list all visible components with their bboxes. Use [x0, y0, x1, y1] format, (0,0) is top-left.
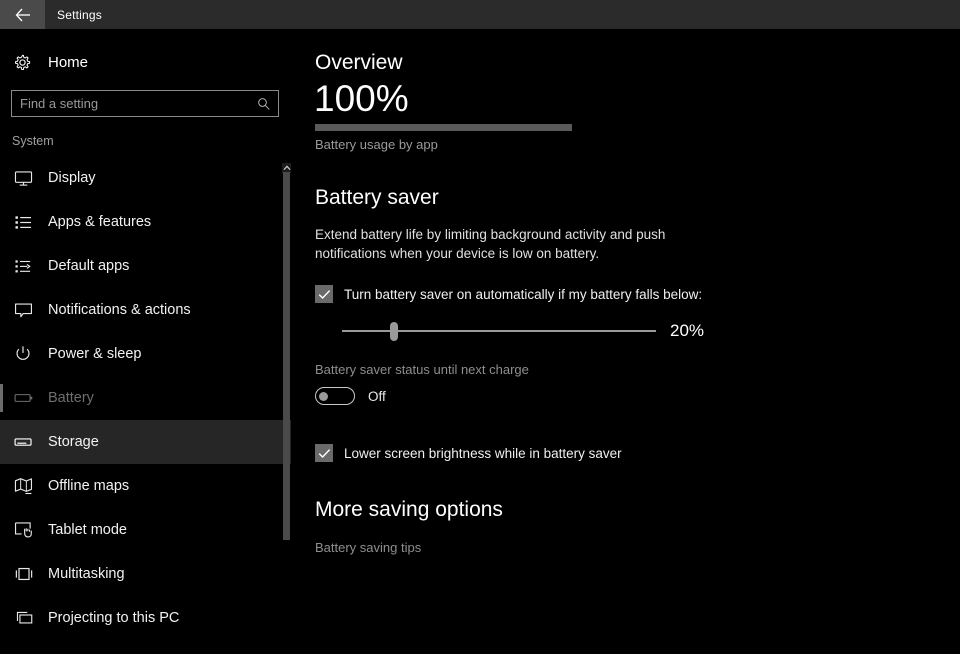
sidebar-item-notifications-actions[interactable]: Notifications & actions — [0, 288, 291, 332]
checkmark-icon — [318, 448, 331, 459]
battery-level-bar — [315, 124, 572, 131]
sidebar-item-storage[interactable]: Storage — [0, 420, 291, 464]
sidebar-item-label: Notifications & actions — [48, 302, 191, 318]
drive-icon — [14, 435, 42, 449]
chevron-up-icon — [283, 165, 291, 171]
back-arrow-icon — [15, 8, 31, 22]
auto-battery-saver-checkbox[interactable] — [315, 285, 333, 303]
slider-thumb[interactable] — [390, 322, 398, 341]
battery-saver-toggle[interactable] — [315, 387, 355, 405]
gear-icon — [14, 54, 40, 71]
sidebar-item-default-apps[interactable]: Default apps — [0, 244, 291, 288]
power-icon — [14, 345, 42, 363]
battery-saving-tips-link[interactable]: Battery saving tips — [315, 540, 421, 555]
battery-saver-toggle-state: Off — [368, 389, 386, 404]
home-label: Home — [48, 54, 88, 71]
sidebar-item-apps-features[interactable]: Apps & features — [0, 200, 291, 244]
sidebar-item-tablet-mode[interactable]: Tablet mode — [0, 508, 291, 552]
sidebar-nav-list: Display Apps & features — [0, 156, 291, 640]
auto-battery-saver-label: Turn battery saver on automatically if m… — [344, 287, 702, 302]
sidebar-item-label: Tablet mode — [48, 522, 127, 538]
sidebar-item-label: Default apps — [48, 258, 129, 274]
settings-window: Settings Home System — [0, 0, 960, 654]
sidebar-item-power-sleep[interactable]: Power & sleep — [0, 332, 291, 376]
search-input[interactable] — [12, 96, 257, 111]
multitasking-icon — [14, 566, 42, 582]
threshold-slider[interactable] — [342, 321, 656, 341]
sidebar-item-label: Multitasking — [48, 566, 125, 582]
threshold-value: 20% — [670, 321, 704, 341]
search-icon[interactable] — [257, 97, 271, 111]
lower-brightness-checkbox-row[interactable]: Lower screen brightness while in battery… — [315, 444, 960, 462]
more-saving-options-heading: More saving options — [315, 498, 960, 522]
sidebar-item-label: Battery — [48, 390, 94, 406]
speech-bubble-icon — [14, 302, 42, 319]
overview-heading: Overview — [315, 51, 960, 75]
sidebar-item-projecting-to-this-pc[interactable]: Projecting to this PC — [0, 596, 291, 640]
lower-brightness-label: Lower screen brightness while in battery… — [344, 446, 622, 461]
sidebar-item-display[interactable]: Display — [0, 156, 291, 200]
sidebar-item-label: Power & sleep — [48, 346, 142, 362]
sidebar-item-label: Storage — [48, 434, 99, 450]
window-title: Settings — [57, 8, 102, 22]
list-arrow-icon — [14, 258, 42, 275]
sidebar-item-label: Projecting to this PC — [48, 610, 179, 626]
battery-saver-toggle-row: Off — [315, 387, 960, 405]
list-icon — [14, 214, 42, 231]
battery-percent: 100% — [314, 80, 960, 119]
battery-usage-by-app-link[interactable]: Battery usage by app — [315, 137, 438, 152]
map-icon — [14, 477, 42, 495]
lower-brightness-checkbox[interactable] — [315, 444, 333, 462]
sidebar-item-multitasking[interactable]: Multitasking — [0, 552, 291, 596]
sidebar-item-battery[interactable]: Battery — [0, 376, 291, 420]
sidebar-item-label: Display — [48, 170, 96, 186]
main-content: Overview 100% Battery usage by app Batte… — [291, 29, 960, 654]
sidebar: Home System Displ — [0, 29, 291, 654]
sidebar-scrollbar[interactable] — [283, 172, 290, 540]
sidebar-item-label: Apps & features — [48, 214, 151, 230]
auto-battery-saver-checkbox-row[interactable]: Turn battery saver on automatically if m… — [315, 285, 960, 303]
battery-saver-heading: Battery saver — [315, 186, 960, 210]
titlebar: Settings — [0, 0, 960, 29]
sidebar-item-offline-maps[interactable]: Offline maps — [0, 464, 291, 508]
sidebar-item-label: Offline maps — [48, 478, 129, 494]
sidebar-group-label: System — [12, 134, 291, 148]
toggle-knob — [319, 392, 328, 401]
threshold-slider-row: 20% — [342, 321, 960, 341]
tablet-hand-icon — [14, 521, 42, 539]
monitor-icon — [14, 170, 42, 187]
battery-saver-status-label: Battery saver status until next charge — [315, 362, 960, 377]
back-button[interactable] — [0, 0, 45, 29]
battery-icon — [14, 391, 42, 405]
projecting-icon — [14, 610, 42, 627]
battery-saver-description: Extend battery life by limiting backgrou… — [315, 225, 695, 263]
search-box[interactable] — [11, 90, 279, 117]
sidebar-item-home[interactable]: Home — [0, 44, 291, 80]
checkmark-icon — [318, 289, 331, 300]
